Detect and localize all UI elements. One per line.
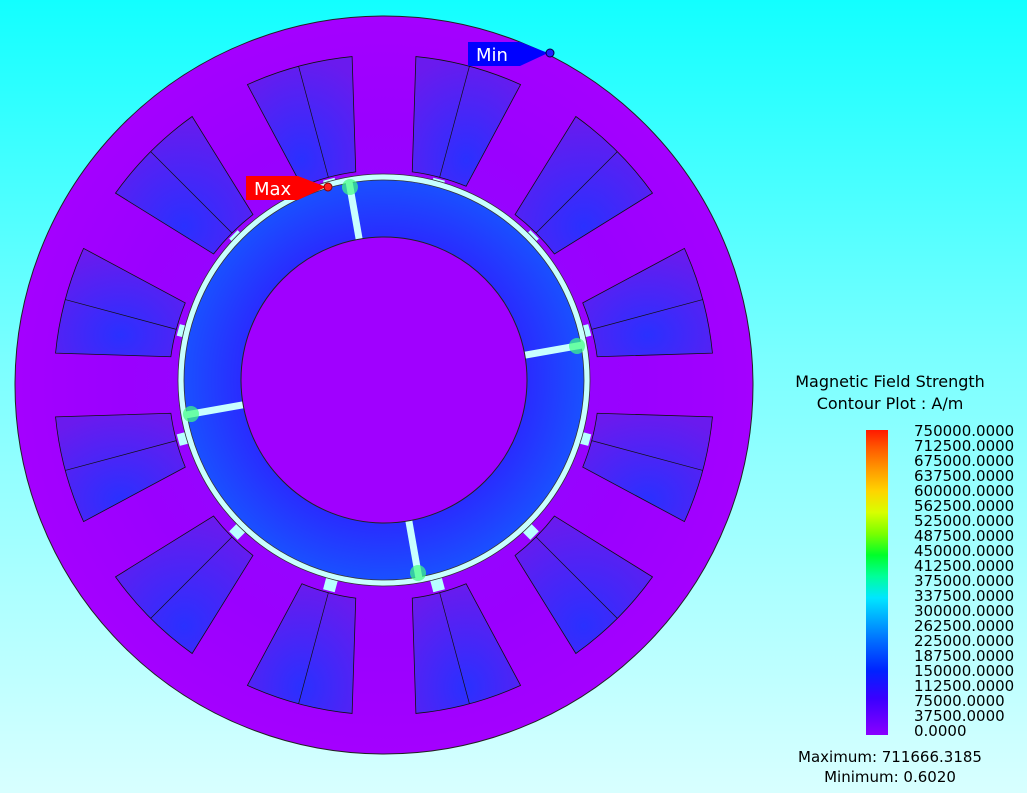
color-scale-bar: [866, 430, 888, 735]
min-label: Min: [476, 45, 508, 66]
field-hotspot: [182, 406, 199, 423]
legend-tick: 0.0000: [914, 722, 967, 740]
field-hotspot: [569, 337, 586, 354]
maximum-value: Maximum: 711666.3185: [798, 748, 982, 766]
max-label: Max: [254, 179, 292, 200]
motor-contour-plot: Max Min: [14, 15, 754, 755]
minimum-value: Minimum: 0.6020: [824, 768, 956, 786]
min-point: [545, 48, 555, 58]
field-hotspot: [341, 178, 358, 195]
legend-title: Magnetic Field Strength: [795, 372, 985, 391]
field-hotspot: [410, 565, 427, 582]
shaft: [240, 236, 528, 524]
max-point: [323, 182, 333, 192]
legend-subtitle: Contour Plot : A/m: [816, 394, 964, 413]
